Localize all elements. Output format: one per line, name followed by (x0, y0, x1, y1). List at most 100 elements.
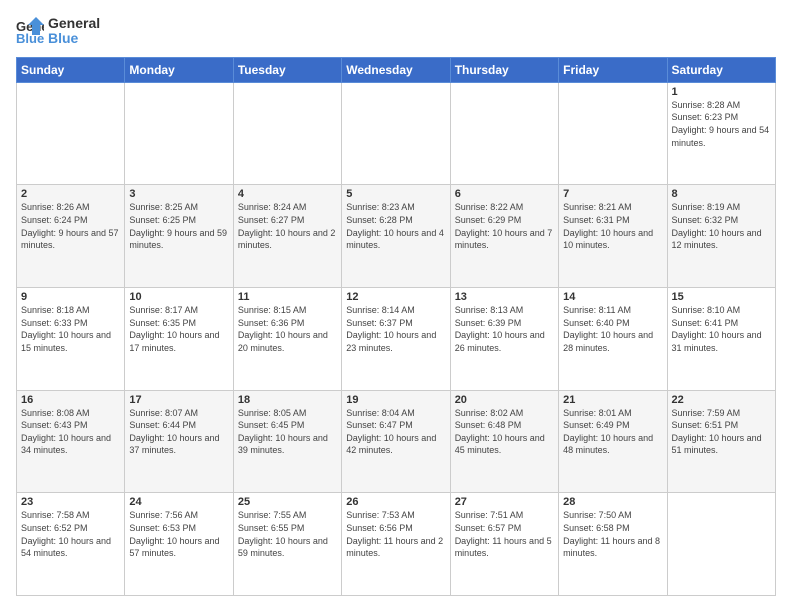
calendar-cell: 7Sunrise: 8:21 AM Sunset: 6:31 PM Daylig… (559, 185, 667, 288)
day-number: 7 (563, 188, 662, 200)
day-info: Sunrise: 7:50 AM Sunset: 6:58 PM Dayligh… (563, 509, 662, 559)
day-info: Sunrise: 8:02 AM Sunset: 6:48 PM Dayligh… (455, 407, 554, 457)
day-number: 13 (455, 291, 554, 303)
calendar-cell: 24Sunrise: 7:56 AM Sunset: 6:53 PM Dayli… (125, 493, 233, 596)
calendar-cell (233, 82, 341, 185)
day-number: 6 (455, 188, 554, 200)
calendar-cell: 19Sunrise: 8:04 AM Sunset: 6:47 PM Dayli… (342, 390, 450, 493)
calendar-cell (450, 82, 558, 185)
day-info: Sunrise: 8:08 AM Sunset: 6:43 PM Dayligh… (21, 407, 120, 457)
day-info: Sunrise: 8:15 AM Sunset: 6:36 PM Dayligh… (238, 304, 337, 354)
calendar-cell: 12Sunrise: 8:14 AM Sunset: 6:37 PM Dayli… (342, 288, 450, 391)
calendar-cell: 26Sunrise: 7:53 AM Sunset: 6:56 PM Dayli… (342, 493, 450, 596)
day-info: Sunrise: 8:23 AM Sunset: 6:28 PM Dayligh… (346, 201, 445, 251)
calendar-cell (667, 493, 775, 596)
calendar-week-3: 9Sunrise: 8:18 AM Sunset: 6:33 PM Daylig… (17, 288, 776, 391)
day-info: Sunrise: 7:56 AM Sunset: 6:53 PM Dayligh… (129, 509, 228, 559)
day-number: 10 (129, 291, 228, 303)
weekday-header-wednesday: Wednesday (342, 57, 450, 82)
logo-text-blue: Blue (48, 31, 100, 46)
calendar-cell: 23Sunrise: 7:58 AM Sunset: 6:52 PM Dayli… (17, 493, 125, 596)
calendar-cell: 28Sunrise: 7:50 AM Sunset: 6:58 PM Dayli… (559, 493, 667, 596)
day-info: Sunrise: 7:55 AM Sunset: 6:55 PM Dayligh… (238, 509, 337, 559)
day-info: Sunrise: 8:28 AM Sunset: 6:23 PM Dayligh… (672, 99, 771, 149)
weekday-header-friday: Friday (559, 57, 667, 82)
day-info: Sunrise: 8:24 AM Sunset: 6:27 PM Dayligh… (238, 201, 337, 251)
calendar-cell: 22Sunrise: 7:59 AM Sunset: 6:51 PM Dayli… (667, 390, 775, 493)
day-number: 5 (346, 188, 445, 200)
day-number: 14 (563, 291, 662, 303)
day-info: Sunrise: 8:17 AM Sunset: 6:35 PM Dayligh… (129, 304, 228, 354)
day-info: Sunrise: 8:10 AM Sunset: 6:41 PM Dayligh… (672, 304, 771, 354)
calendar-cell: 25Sunrise: 7:55 AM Sunset: 6:55 PM Dayli… (233, 493, 341, 596)
calendar-cell: 17Sunrise: 8:07 AM Sunset: 6:44 PM Dayli… (125, 390, 233, 493)
calendar-cell: 18Sunrise: 8:05 AM Sunset: 6:45 PM Dayli… (233, 390, 341, 493)
calendar-cell: 14Sunrise: 8:11 AM Sunset: 6:40 PM Dayli… (559, 288, 667, 391)
page-header: General Blue General Blue (16, 16, 776, 47)
calendar-week-1: 1Sunrise: 8:28 AM Sunset: 6:23 PM Daylig… (17, 82, 776, 185)
calendar-cell: 11Sunrise: 8:15 AM Sunset: 6:36 PM Dayli… (233, 288, 341, 391)
day-number: 8 (672, 188, 771, 200)
calendar-week-4: 16Sunrise: 8:08 AM Sunset: 6:43 PM Dayli… (17, 390, 776, 493)
calendar-cell: 2Sunrise: 8:26 AM Sunset: 6:24 PM Daylig… (17, 185, 125, 288)
day-number: 18 (238, 394, 337, 406)
calendar-cell: 4Sunrise: 8:24 AM Sunset: 6:27 PM Daylig… (233, 185, 341, 288)
weekday-header-tuesday: Tuesday (233, 57, 341, 82)
day-info: Sunrise: 8:11 AM Sunset: 6:40 PM Dayligh… (563, 304, 662, 354)
day-info: Sunrise: 8:22 AM Sunset: 6:29 PM Dayligh… (455, 201, 554, 251)
day-number: 1 (672, 86, 771, 98)
day-number: 19 (346, 394, 445, 406)
day-info: Sunrise: 8:18 AM Sunset: 6:33 PM Dayligh… (21, 304, 120, 354)
day-number: 21 (563, 394, 662, 406)
calendar-cell (125, 82, 233, 185)
calendar-cell: 3Sunrise: 8:25 AM Sunset: 6:25 PM Daylig… (125, 185, 233, 288)
calendar-cell (342, 82, 450, 185)
day-number: 16 (21, 394, 120, 406)
logo-text-general: General (48, 16, 100, 31)
day-number: 4 (238, 188, 337, 200)
day-number: 22 (672, 394, 771, 406)
logo: General Blue General Blue (16, 16, 100, 47)
calendar-cell: 13Sunrise: 8:13 AM Sunset: 6:39 PM Dayli… (450, 288, 558, 391)
day-number: 24 (129, 496, 228, 508)
calendar-header-row: SundayMondayTuesdayWednesdayThursdayFrid… (17, 57, 776, 82)
day-number: 9 (21, 291, 120, 303)
day-info: Sunrise: 8:13 AM Sunset: 6:39 PM Dayligh… (455, 304, 554, 354)
day-number: 2 (21, 188, 120, 200)
day-info: Sunrise: 8:07 AM Sunset: 6:44 PM Dayligh… (129, 407, 228, 457)
day-info: Sunrise: 8:05 AM Sunset: 6:45 PM Dayligh… (238, 407, 337, 457)
calendar-cell: 10Sunrise: 8:17 AM Sunset: 6:35 PM Dayli… (125, 288, 233, 391)
day-info: Sunrise: 8:19 AM Sunset: 6:32 PM Dayligh… (672, 201, 771, 251)
calendar-cell: 27Sunrise: 7:51 AM Sunset: 6:57 PM Dayli… (450, 493, 558, 596)
day-info: Sunrise: 7:53 AM Sunset: 6:56 PM Dayligh… (346, 509, 445, 559)
day-info: Sunrise: 7:58 AM Sunset: 6:52 PM Dayligh… (21, 509, 120, 559)
calendar-cell: 1Sunrise: 8:28 AM Sunset: 6:23 PM Daylig… (667, 82, 775, 185)
weekday-header-thursday: Thursday (450, 57, 558, 82)
day-info: Sunrise: 8:25 AM Sunset: 6:25 PM Dayligh… (129, 201, 228, 251)
weekday-header-sunday: Sunday (17, 57, 125, 82)
day-number: 25 (238, 496, 337, 508)
day-info: Sunrise: 8:14 AM Sunset: 6:37 PM Dayligh… (346, 304, 445, 354)
day-info: Sunrise: 7:59 AM Sunset: 6:51 PM Dayligh… (672, 407, 771, 457)
day-number: 28 (563, 496, 662, 508)
day-number: 3 (129, 188, 228, 200)
calendar-week-5: 23Sunrise: 7:58 AM Sunset: 6:52 PM Dayli… (17, 493, 776, 596)
calendar-cell: 8Sunrise: 8:19 AM Sunset: 6:32 PM Daylig… (667, 185, 775, 288)
weekday-header-monday: Monday (125, 57, 233, 82)
calendar-cell: 9Sunrise: 8:18 AM Sunset: 6:33 PM Daylig… (17, 288, 125, 391)
day-number: 20 (455, 394, 554, 406)
day-info: Sunrise: 7:51 AM Sunset: 6:57 PM Dayligh… (455, 509, 554, 559)
day-number: 15 (672, 291, 771, 303)
calendar-cell: 16Sunrise: 8:08 AM Sunset: 6:43 PM Dayli… (17, 390, 125, 493)
calendar-cell: 5Sunrise: 8:23 AM Sunset: 6:28 PM Daylig… (342, 185, 450, 288)
day-info: Sunrise: 8:04 AM Sunset: 6:47 PM Dayligh… (346, 407, 445, 457)
calendar-cell (559, 82, 667, 185)
day-number: 23 (21, 496, 120, 508)
calendar-week-2: 2Sunrise: 8:26 AM Sunset: 6:24 PM Daylig… (17, 185, 776, 288)
day-info: Sunrise: 8:01 AM Sunset: 6:49 PM Dayligh… (563, 407, 662, 457)
day-info: Sunrise: 8:26 AM Sunset: 6:24 PM Dayligh… (21, 201, 120, 251)
day-number: 11 (238, 291, 337, 303)
calendar-cell: 20Sunrise: 8:02 AM Sunset: 6:48 PM Dayli… (450, 390, 558, 493)
day-number: 26 (346, 496, 445, 508)
calendar-table: SundayMondayTuesdayWednesdayThursdayFrid… (16, 57, 776, 596)
